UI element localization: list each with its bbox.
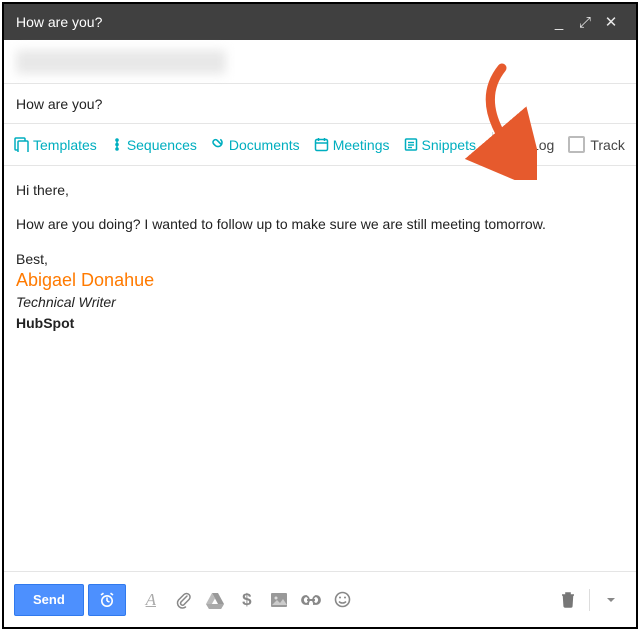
- link-icon: [301, 594, 321, 606]
- compose-window: How are you? _ ⤢ ✕ How are you? Template…: [2, 2, 638, 629]
- compose-footer: Send A $: [4, 571, 636, 627]
- smiley-icon: [334, 591, 351, 608]
- sequences-icon: [111, 137, 123, 152]
- recipients-row[interactable]: [4, 40, 636, 84]
- insert-emoji-button[interactable]: [328, 584, 358, 616]
- alarm-clock-icon: [98, 591, 116, 609]
- snippets-button[interactable]: Snippets: [404, 137, 476, 153]
- documents-icon: [211, 137, 225, 152]
- track-label: Track: [590, 137, 624, 153]
- signature-name: Abigael Donahue: [16, 269, 624, 292]
- subject-text: How are you?: [16, 96, 102, 112]
- body-closing: Best,: [16, 249, 624, 269]
- recipient-chip-redacted: [16, 50, 226, 74]
- schedule-send-button[interactable]: [88, 584, 126, 616]
- send-button[interactable]: Send: [14, 584, 84, 616]
- documents-label: Documents: [229, 137, 300, 153]
- subject-row[interactable]: How are you?: [4, 84, 636, 124]
- trash-icon: [561, 591, 575, 608]
- templates-label: Templates: [33, 137, 97, 153]
- insert-photo-button[interactable]: [264, 584, 294, 616]
- track-checkbox[interactable]: Track: [568, 136, 624, 153]
- checkbox-icon: [568, 136, 585, 153]
- window-title: How are you?: [16, 14, 102, 30]
- minimize-icon[interactable]: _: [546, 14, 572, 31]
- google-drive-icon: [205, 591, 225, 609]
- signature-title: Technical Writer: [16, 292, 624, 312]
- checkbox-icon: [509, 136, 526, 153]
- insert-link-button[interactable]: [296, 584, 326, 616]
- sequences-button[interactable]: Sequences: [111, 137, 197, 153]
- snippets-icon: [404, 137, 418, 152]
- caret-down-icon: [606, 597, 616, 603]
- paperclip-icon: [175, 591, 191, 609]
- close-icon[interactable]: ✕: [598, 13, 624, 31]
- body-paragraph: How are you doing? I wanted to follow up…: [16, 214, 624, 234]
- meetings-icon: [314, 137, 329, 152]
- log-checkbox[interactable]: Log: [509, 136, 554, 153]
- expand-icon[interactable]: ⤢: [572, 14, 598, 31]
- titlebar: How are you? _ ⤢ ✕: [4, 4, 636, 40]
- insert-money-button[interactable]: $: [232, 584, 262, 616]
- documents-button[interactable]: Documents: [211, 137, 300, 153]
- discard-draft-button[interactable]: [553, 584, 583, 616]
- snippets-label: Snippets: [422, 137, 476, 153]
- image-icon: [270, 592, 288, 608]
- email-body[interactable]: Hi there, How are you doing? I wanted to…: [4, 166, 636, 571]
- log-label: Log: [531, 137, 554, 153]
- templates-button[interactable]: Templates: [14, 137, 97, 153]
- hubspot-toolbar: Templates Sequences Documents Meetings S…: [4, 124, 636, 166]
- more-options-button[interactable]: [596, 584, 626, 616]
- attach-file-button[interactable]: [168, 584, 198, 616]
- toolbar-separator: [492, 132, 493, 158]
- footer-separator: [589, 589, 590, 611]
- formatting-button[interactable]: A: [136, 584, 166, 616]
- signature-company: HubSpot: [16, 313, 624, 333]
- templates-icon: [14, 137, 29, 152]
- body-greeting: Hi there,: [16, 180, 624, 200]
- insert-drive-button[interactable]: [200, 584, 230, 616]
- meetings-button[interactable]: Meetings: [314, 137, 390, 153]
- sequences-label: Sequences: [127, 137, 197, 153]
- meetings-label: Meetings: [333, 137, 390, 153]
